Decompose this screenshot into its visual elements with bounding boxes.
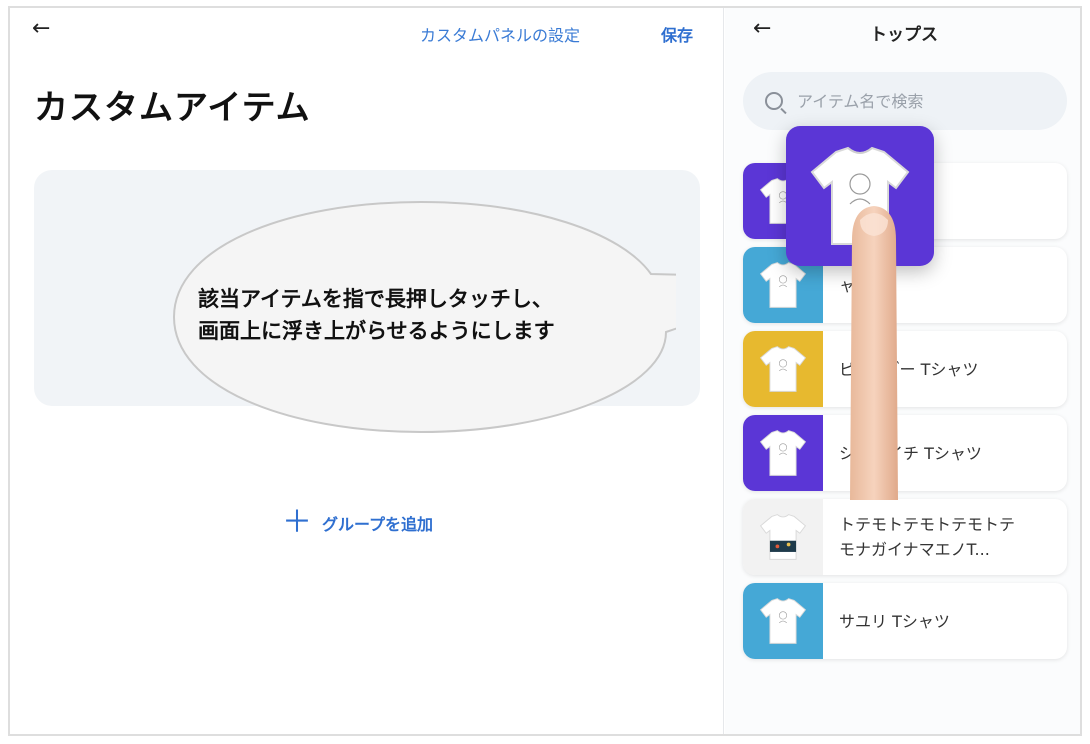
item-label: トテモトテモトテモトテ モナガイナマエノT... (839, 515, 1016, 559)
save-button[interactable]: 保存 (661, 22, 693, 46)
search-icon (765, 92, 783, 110)
list-item[interactable]: トテモトテモトテモトテ モナガイナマエノT... (743, 499, 1067, 575)
tshirt-image (759, 598, 807, 644)
add-group-label: グループを追加 (322, 515, 434, 534)
plus-icon: ＋ (282, 505, 312, 540)
item-thumbnail (743, 331, 823, 407)
page-title: カスタムアイテム (34, 88, 311, 128)
tshirt-image (759, 346, 807, 392)
add-group-button[interactable]: ＋ グループを追加 (282, 508, 433, 538)
finger-icon (850, 206, 898, 500)
back-arrow-icon[interactable]: ← (753, 18, 771, 40)
callout-text: 該当アイテムを指で長押しタッチし、 画面上に浮き上がらせるようにします (198, 287, 555, 343)
item-label: サユリ Tシャツ (839, 611, 950, 631)
tshirt-image (759, 430, 807, 476)
list-item[interactable]: サユリ Tシャツ (743, 583, 1067, 659)
item-thumbnail (743, 415, 823, 491)
search-bar[interactable] (743, 72, 1067, 130)
tops-pane: ← トップス Tシャツャツピカ&ブー Tシャツショウイチ Tシャツトテモトテモト… (725, 8, 1080, 734)
list-item[interactable]: ショウイチ Tシャツ (743, 415, 1067, 491)
item-thumbnail (743, 583, 823, 659)
list-item[interactable]: ピカ&ブー Tシャツ (743, 331, 1067, 407)
tshirt-image (759, 514, 807, 560)
item-thumbnail (743, 499, 823, 575)
back-arrow-icon[interactable]: ← (32, 18, 50, 40)
search-input[interactable] (797, 91, 1037, 111)
custom-panel-settings-link[interactable]: カスタムパネルの設定 (420, 22, 580, 46)
category-title: トップス (870, 25, 938, 45)
